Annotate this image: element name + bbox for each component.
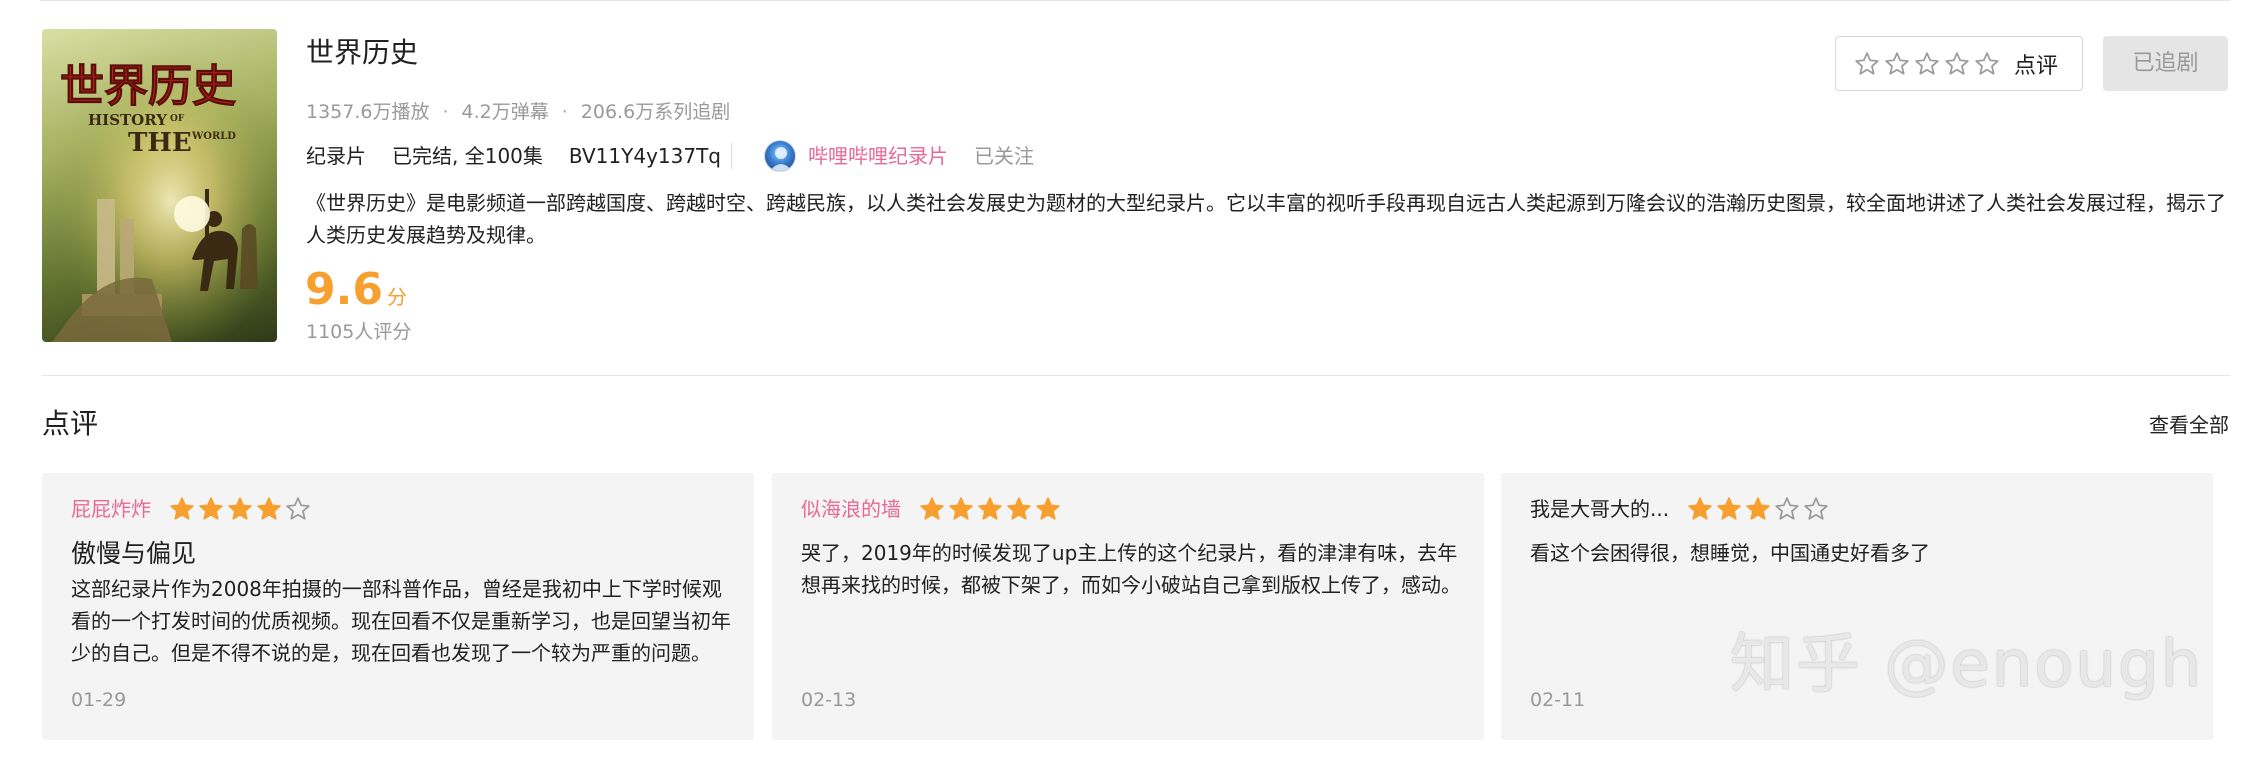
review-date: 02-13 (801, 689, 857, 711)
rate-stars[interactable] (1854, 51, 2000, 77)
page: 世界历史 HISTORY OF THE WORLD 世界历史 1357.6万播放… (0, 0, 2245, 767)
poster-title-en-1: HISTORY (88, 111, 167, 129)
bvid: BV11Y4y137Tq (568, 144, 721, 168)
review-body: 哭了，2019年的时候发现了up主上传的这个纪录片，看的津津有味，去年想再来找的… (801, 541, 1461, 597)
show-stats: 1357.6万播放 · 4.2万弹幕 · 206.6万系列追剧 (306, 97, 730, 127)
score-unit: 分 (386, 285, 407, 309)
top-divider (40, 0, 2230, 1)
star-empty-icon (1885, 51, 1909, 75)
up-avatar-icon (770, 147, 792, 171)
danmaku-count: 4.2万弹幕 (461, 101, 549, 123)
show-meta: 纪录片 已完结, 全100集 BV11Y4y137Tq 哔哩哔哩纪录片 已关注 (306, 139, 1034, 173)
stats-separator: · (561, 101, 568, 123)
poster-title-cn: 世界历史 (60, 61, 236, 112)
up-name-link[interactable]: 哔哩哔哩纪录片 (808, 139, 948, 173)
review-stars (169, 496, 311, 522)
poster-image[interactable]: 世界历史 HISTORY OF THE WORLD (42, 29, 277, 342)
page-title: 世界历史 (306, 36, 419, 69)
review-user[interactable]: 我是大哥大的... (1530, 493, 1669, 525)
review-card[interactable]: 屁屁炸炸 傲慢与偏见 这部纪录片作为2008年拍摄的一部科普作品，曾经是我初中上… (42, 473, 754, 740)
star-filled-icon (949, 497, 973, 520)
review-header: 我是大哥大的... (1530, 493, 1829, 525)
review-header: 似海浪的墙 (801, 493, 1061, 525)
star-empty-icon (286, 497, 310, 520)
star-empty-icon (1915, 51, 1939, 75)
star-filled-icon (978, 497, 1002, 520)
star-empty-icon (1804, 497, 1828, 520)
rate-button-label: 点评 (2014, 53, 2059, 79)
poster-title-en-of: OF (170, 114, 185, 124)
star-filled-icon (1007, 497, 1031, 520)
star-empty-icon (1975, 51, 1999, 75)
star-filled-icon (1688, 497, 1712, 520)
review-header: 屁屁炸炸 (71, 493, 311, 525)
review-stars (919, 496, 1061, 522)
up-avatar[interactable] (764, 140, 796, 172)
score: 9.6 分 (305, 262, 407, 318)
star-filled-icon (1036, 497, 1060, 520)
star-filled-icon (1717, 497, 1741, 520)
star-filled-icon (257, 497, 281, 520)
review-body: 看这个会困得很，想睡觉，中国通史好看多了 (1530, 541, 1930, 565)
poster-title-en-2: THE (128, 128, 192, 158)
star-empty-icon (1775, 497, 1799, 520)
rate-button[interactable]: 点评 (1835, 36, 2083, 91)
review-user[interactable]: 屁屁炸炸 (71, 493, 151, 525)
review-stars (1687, 496, 1829, 522)
follow-status[interactable]: 已关注 (974, 139, 1034, 173)
section-divider (42, 375, 2230, 376)
poster-artwork: 世界历史 HISTORY OF THE WORLD (42, 29, 277, 342)
show-description: 《世界历史》是电影频道一部跨越国度、跨越时空、跨越民族，以人类社会发展史为题材的… (306, 191, 2226, 247)
review-date: 02-11 (1530, 689, 1586, 711)
stats-separator: · (442, 101, 449, 123)
star-filled-icon (1746, 497, 1770, 520)
review-date: 01-29 (71, 689, 127, 711)
follow-button[interactable]: 已追剧 (2103, 36, 2228, 91)
review-title: 傲慢与偏见 (71, 539, 197, 568)
review-card[interactable]: 似海浪的墙 哭了，2019年的时候发现了up主上传的这个纪录片，看的津津有味，去… (772, 473, 1484, 740)
star-filled-icon (170, 497, 194, 520)
series-follow-count: 206.6万系列追剧 (580, 101, 731, 123)
play-count: 1357.6万播放 (306, 101, 430, 123)
poster-title-en-world: WORLD (191, 131, 236, 142)
review-user[interactable]: 似海浪的墙 (801, 493, 901, 525)
show-type: 纪录片 (306, 144, 366, 168)
star-filled-icon (920, 497, 944, 520)
review-body: 这部纪录片作为2008年拍摄的一部科普作品，曾经是我初中上下学时候观看的一个打发… (71, 577, 731, 665)
episode-status: 已完结, 全100集 (392, 144, 543, 168)
rater-count: 1105人评分 (306, 321, 412, 343)
watermark: 知乎 @enough (1730, 628, 2204, 702)
star-filled-icon (228, 497, 252, 520)
star-filled-icon (199, 497, 223, 520)
reviews-section-title: 点评 (42, 407, 99, 440)
meta-divider (731, 143, 732, 169)
view-all-link[interactable]: 查看全部 (2149, 410, 2229, 440)
score-value: 9.6 (305, 264, 383, 315)
star-empty-icon (1945, 51, 1969, 75)
star-empty-icon (1855, 51, 1879, 75)
